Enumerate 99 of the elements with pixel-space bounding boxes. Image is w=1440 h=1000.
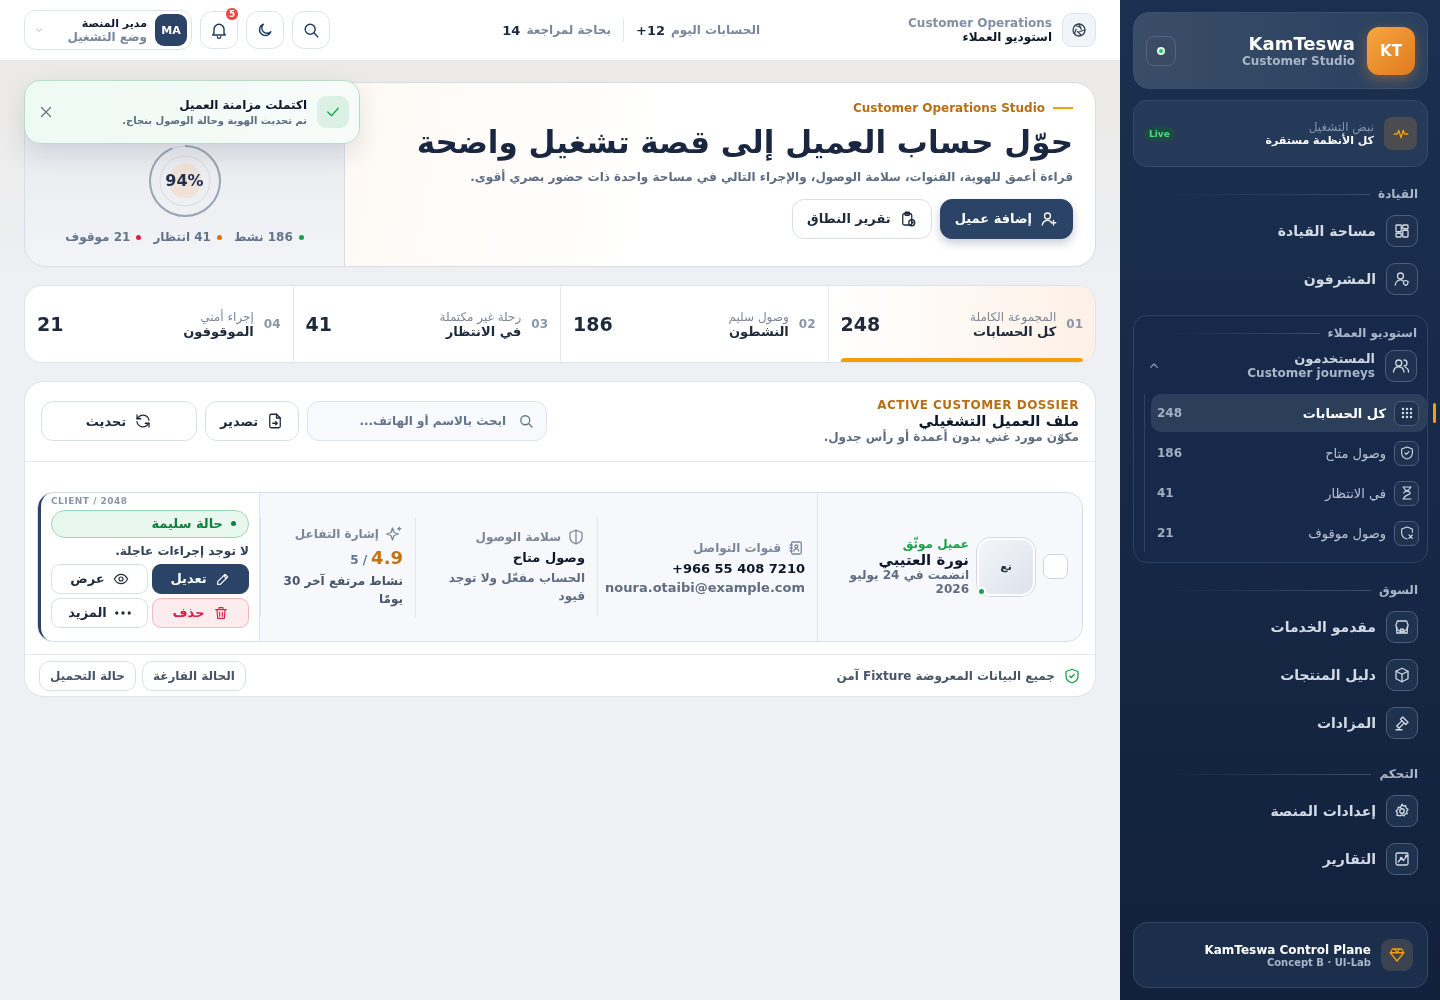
section-subtitle: مكوّن مورد غني بدون أعمدة أو رأس جدول. — [823, 430, 1079, 445]
aperture-icon — [1070, 21, 1088, 39]
toggle-button[interactable] — [1146, 35, 1176, 66]
shield-icon — [567, 528, 585, 547]
item-count: 248 — [1157, 406, 1183, 420]
stat-label: بحاجة لمراجعة — [526, 23, 611, 37]
users-icon — [1392, 357, 1410, 375]
status-label: نبض التشغيل — [1307, 120, 1374, 134]
notification-badge: 5 — [225, 7, 239, 21]
legend-label: 41 انتظار — [153, 230, 211, 244]
status-note: لا توجد إجراءات عاجلة. — [114, 543, 249, 558]
checkbox[interactable] — [1043, 554, 1068, 580]
column-title: قنوات التواصل — [692, 540, 781, 555]
nav-group-subtitle: Customer journeys — [1246, 366, 1375, 381]
edit-button[interactable]: تعديل — [152, 563, 249, 594]
sparkle-icon — [385, 525, 403, 544]
hero-subtitle: قراءة أعمق للهوية، القنوات، سلامة الوصول، والإجراء التالي في مساحة واحدة ذات حضور بصري أقوى. — [469, 169, 1073, 184]
nav-item[interactable]: المشرفون — [1133, 255, 1428, 303]
search-field[interactable]: ابحث بالاسم أو الهاتف... — [307, 401, 548, 442]
verified-tag: عميل موثّق — [834, 537, 969, 552]
column-title: سلامة الوصول — [475, 530, 561, 545]
stat-value: 12+ — [636, 22, 665, 38]
shield-check-icon — [1063, 666, 1081, 685]
access-note: الحساب مفعّل ولا توجد قيود — [447, 570, 585, 606]
column-title: إشارة التفاعل — [294, 527, 379, 542]
brand-name: KamTeswa — [1247, 33, 1355, 54]
score-value: 4.9 — [371, 547, 403, 569]
client-name: نورة العتيبي — [877, 551, 969, 570]
stat-label: الحسابات اليوم — [671, 23, 761, 37]
hero-title: حوّل حساب العميل إلى قصة تشغيل واضحة — [415, 123, 1073, 162]
status-text: كل الأنظمة مستقرة — [1264, 134, 1374, 147]
view-button[interactable]: عرض — [51, 563, 148, 594]
theme-button[interactable] — [246, 11, 284, 49]
report-button[interactable]: تقرير النطاق — [792, 198, 932, 239]
brand-subtitle: Customer Studio — [1240, 54, 1355, 68]
box-icon — [1393, 666, 1411, 684]
legend-label: 186 نشط — [233, 230, 293, 244]
dots-icon — [114, 610, 131, 615]
item-count: 41 — [1157, 486, 1174, 500]
nav-item[interactable]: إعدادات المنصة — [1133, 787, 1428, 835]
eyebrow-text: ACTIVE CUSTOMER DOSSIER — [876, 398, 1079, 413]
item-count: 186 — [1157, 446, 1183, 460]
user-name: مدير المنصة — [80, 16, 147, 30]
app-title: Customer Operations — [908, 16, 1052, 30]
user-shield-icon — [1393, 270, 1411, 288]
footer-title: KamTeswa Control Plane — [1204, 942, 1371, 957]
shield-check-icon — [1398, 445, 1415, 461]
brand-logo: KT — [1367, 26, 1415, 75]
client-code: CLIENT / 2048 — [51, 495, 128, 506]
status-pill: حالة سليمة — [51, 509, 249, 538]
user-plus-icon — [1040, 209, 1058, 228]
active-indicator — [1433, 403, 1436, 423]
nav-item[interactable]: التقارير — [1133, 835, 1428, 883]
item-count: 21 — [1157, 526, 1174, 540]
contacts-icon — [787, 538, 805, 557]
nav-item[interactable]: المزادات — [1133, 699, 1428, 747]
dashboard-icon — [1393, 222, 1411, 240]
add-client-button[interactable]: إضافة عميل — [939, 198, 1073, 239]
refresh-button[interactable]: تحديث — [41, 401, 197, 442]
nav-group-label: المستخدمون — [1293, 351, 1375, 367]
gauge-center — [159, 155, 210, 207]
gavel-icon — [1393, 714, 1411, 732]
chart-icon — [1393, 850, 1411, 868]
client-avatar: نع — [977, 537, 1035, 596]
section-heading: السوق — [1378, 583, 1418, 597]
app-subtitle: استوديو العملاء — [961, 30, 1052, 44]
footer-note: جميع البيانات المعروضة Fixture آمن — [836, 668, 1055, 683]
loading-state-button[interactable]: حالة التحميل — [39, 660, 136, 691]
toast-message: تم تحديث الهوية وحالة الوصول بنجاح. — [121, 115, 307, 126]
shield-x-icon — [1398, 525, 1415, 541]
access-status: وصول متاح — [511, 550, 585, 566]
nav-item[interactable]: مساحة القيادة — [1133, 207, 1428, 255]
more-button[interactable]: المزيد — [51, 597, 148, 628]
empty-state-button[interactable]: الحالة الفارغة — [141, 660, 246, 691]
footer-subtitle: Concept B · UI-Lab — [1265, 956, 1371, 968]
live-badge: Live — [1144, 126, 1175, 141]
user-role: وضع التشغيل — [66, 29, 147, 44]
nav-item[interactable]: دليل المنتجات — [1133, 651, 1428, 699]
section-heading: استوديو العملاء — [1327, 326, 1417, 340]
eyebrow-text: Customer Operations Studio — [853, 101, 1045, 115]
section-heading: التحكم — [1379, 767, 1418, 781]
section-heading: القيادة — [1378, 187, 1418, 201]
nav-item[interactable]: مقدمو الخدمات — [1133, 603, 1428, 651]
user-avatar: MA — [155, 14, 187, 46]
score-scale: / 5 — [350, 553, 368, 568]
legend-label: 21 موقوف — [65, 230, 131, 244]
toast-title: اكتملت مزامنة العميل — [178, 98, 307, 112]
export-button[interactable]: تصدير — [205, 401, 300, 442]
engagement-note: نشاط مرتفع آخر 30 يومًا — [282, 572, 403, 609]
gem-icon — [1388, 946, 1406, 964]
trash-icon — [212, 604, 229, 621]
section-title: ملف العميل التشغيلي — [918, 412, 1079, 431]
phone-number: +966 55 408 7210 — [671, 560, 805, 576]
delete-button[interactable]: حذف — [152, 597, 249, 628]
stat-value: 14 — [502, 22, 521, 38]
search-button[interactable] — [292, 11, 330, 49]
join-date: انضمت في 24 يوليو 2026 — [848, 569, 969, 597]
refresh-icon — [134, 412, 153, 431]
gauge-value: 94% — [165, 173, 204, 189]
